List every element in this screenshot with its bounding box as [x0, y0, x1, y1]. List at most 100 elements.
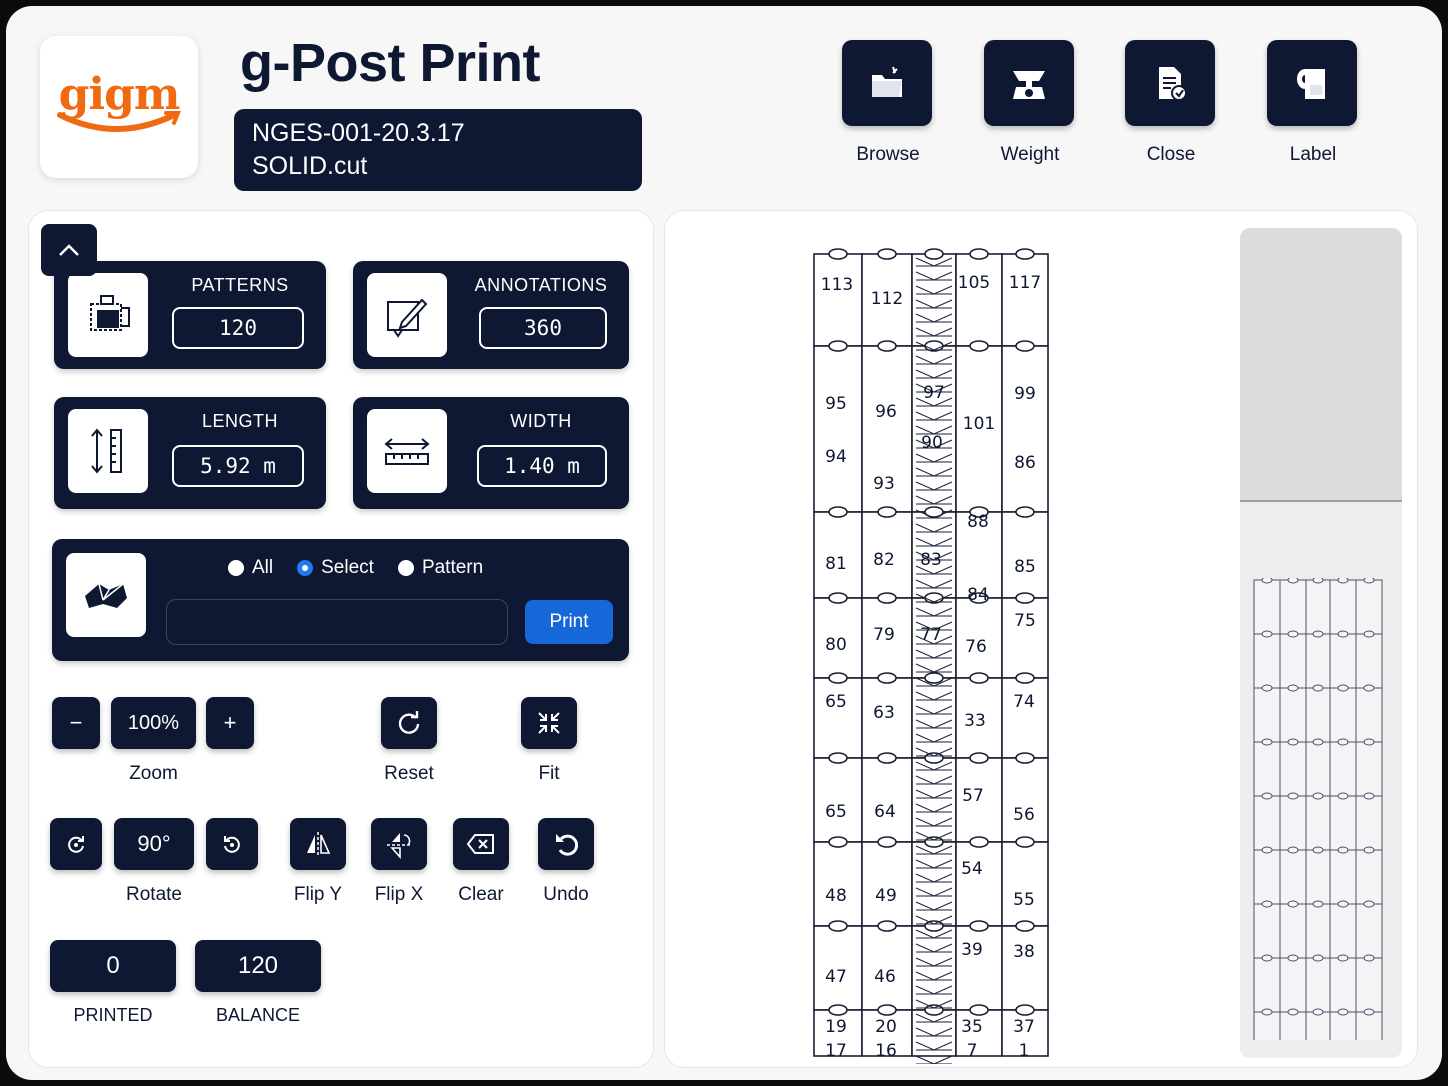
minimap-piece	[1253, 957, 1281, 1013]
piece-number-label: 79	[873, 625, 895, 645]
selection-input[interactable]	[166, 599, 508, 645]
piece-number-label: 17	[825, 1041, 847, 1061]
length-value: 5.92 m	[172, 445, 304, 487]
scale-icon	[1013, 71, 1045, 99]
app-window: gigm g-Post Print NGES-001-20.3.17 SOLID…	[6, 6, 1442, 1080]
rotate-counterclockwise-button[interactable]	[206, 818, 258, 870]
piece-number-label: 86	[1014, 453, 1036, 473]
label-button[interactable]	[1267, 40, 1357, 126]
minimap-piece	[1355, 957, 1383, 1013]
piece-number-label: 112	[871, 289, 903, 309]
radio-all[interactable]: All	[228, 557, 273, 579]
minimap-notch	[1363, 792, 1375, 800]
piece-number-label: 93	[873, 474, 895, 494]
piece-number-label: 95	[825, 394, 847, 414]
minimap-notch	[1261, 792, 1273, 800]
minimap-notch	[1363, 684, 1375, 692]
marker-notch	[877, 920, 897, 932]
label-label: Label	[1289, 144, 1337, 165]
reset-button[interactable]	[381, 697, 437, 749]
minimap-piece	[1279, 795, 1307, 851]
marker-piece	[861, 757, 913, 843]
marker-piece	[1001, 925, 1049, 1011]
marker-dense-segment	[915, 1055, 953, 1064]
piece-number-label: 96	[875, 402, 897, 422]
minimap-piece	[1329, 687, 1357, 743]
minimap-piece	[1305, 633, 1331, 689]
marker-notch	[1015, 920, 1035, 932]
undo-button[interactable]	[538, 818, 594, 870]
radio-select[interactable]: Select	[297, 557, 374, 579]
piece-number-label: 76	[965, 637, 987, 657]
marker-notch	[877, 248, 897, 260]
minimap-piece	[1253, 1011, 1281, 1040]
reset-label: Reset	[384, 763, 434, 784]
piece-number-label: 77	[920, 625, 942, 645]
clear-label: Clear	[458, 884, 504, 905]
minimap-notch	[1312, 738, 1324, 746]
browse-button[interactable]	[842, 40, 932, 126]
piece-number-label: 82	[873, 550, 895, 570]
marker-notch	[1015, 836, 1035, 848]
minimap-preview[interactable]	[1240, 228, 1402, 1058]
clear-button[interactable]	[453, 818, 509, 870]
marker-notch	[969, 248, 989, 260]
minimap-piece	[1355, 741, 1383, 797]
radio-pattern[interactable]: Pattern	[397, 557, 483, 579]
refresh-icon	[398, 711, 420, 734]
minimap-piece	[1355, 687, 1383, 743]
minimap-notch	[1261, 630, 1273, 638]
rotate-value: 90°	[114, 818, 194, 870]
zoom-out-button[interactable]: −	[52, 697, 100, 749]
piece-number-label: 84	[967, 585, 989, 605]
rotate-right-icon	[68, 836, 84, 853]
flip-y-button[interactable]	[290, 818, 346, 870]
piece-number-label: 63	[873, 703, 895, 723]
piece-number-label: 85	[1014, 557, 1036, 577]
patterns-card: PATTERNS 120	[54, 261, 326, 369]
gigm-logo: gigm	[40, 36, 198, 178]
minimap-piece	[1305, 579, 1331, 635]
minimap-notch	[1287, 684, 1299, 692]
minimap-piece	[1253, 849, 1281, 905]
marker-notch	[1015, 506, 1035, 518]
minimap-notch	[1287, 846, 1299, 854]
minimap-piece	[1253, 795, 1281, 851]
marker-layout[interactable]: 113112105 11795 969710199949390868881 82 838…	[806, 246, 1052, 1064]
minimap-piece	[1355, 579, 1383, 635]
weight-button[interactable]	[984, 40, 1074, 126]
minimap-notch	[1337, 578, 1349, 584]
length-title: LENGTH	[201, 411, 278, 431]
radio-pattern-dot[interactable]	[397, 560, 414, 576]
minimap-notch	[1337, 900, 1349, 908]
piece-number-label: 57	[962, 786, 984, 806]
minimap-notch	[1312, 578, 1324, 584]
fit-button[interactable]	[521, 697, 577, 749]
minimap-piece	[1279, 849, 1307, 905]
radio-all-dot[interactable]	[228, 560, 244, 576]
piece-number-label: 64	[874, 802, 896, 822]
piece-number-label: 117	[1009, 273, 1041, 293]
print-mode-options: All Select Pattern	[228, 557, 483, 579]
minimap-piece	[1253, 687, 1281, 743]
minimap-piece	[1305, 849, 1331, 905]
collapse-button[interactable]	[41, 224, 97, 276]
marker-notch	[1015, 1004, 1035, 1016]
minimap-notch	[1363, 900, 1375, 908]
close-button[interactable]	[1125, 40, 1215, 126]
print-button[interactable]: Print	[525, 600, 613, 644]
flip-x-button[interactable]	[371, 818, 427, 870]
rotate-label: Rotate	[126, 884, 182, 905]
piece-number-label: 97	[923, 383, 945, 403]
zoom-label: Zoom	[129, 763, 178, 784]
piece-number-label: 83	[920, 550, 942, 570]
minimap-piece	[1253, 903, 1281, 959]
radio-select-dot[interactable]	[297, 560, 314, 576]
minimap-piece	[1279, 633, 1307, 689]
minimap-piece	[1279, 741, 1307, 797]
rotate-clockwise-button[interactable]	[50, 818, 102, 870]
zoom-in-button[interactable]: +	[206, 697, 254, 749]
flip-y-label: Flip Y	[293, 884, 343, 905]
patterns-icon	[68, 273, 148, 357]
piece-number-label: 65	[825, 692, 847, 712]
